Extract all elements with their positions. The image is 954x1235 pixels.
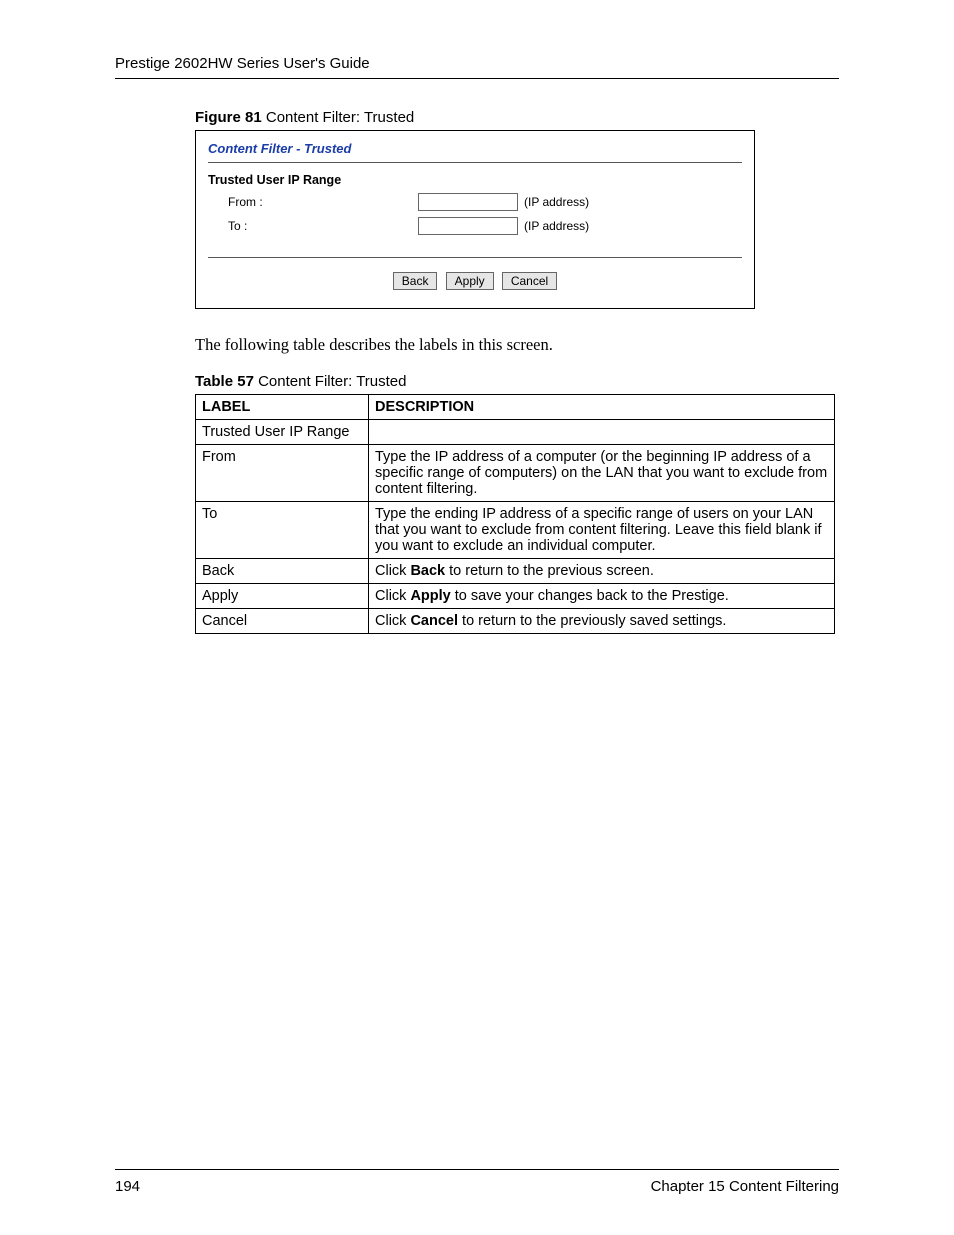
figure-number: Figure 81 [195,109,262,126]
screenshot-panel: Content Filter - Trusted Trusted User IP… [195,130,755,309]
to-hint: (IP address) [524,219,589,233]
table-caption: Table 57 Content Filter: Trusted [195,373,839,390]
table-number: Table 57 [195,373,254,390]
cell-label: Cancel [196,609,369,634]
table-row: Back Click Back to return to the previou… [196,559,835,584]
description-table: LABEL DESCRIPTION Trusted User IP Range … [195,394,835,634]
panel-title: Content Filter - Trusted [208,141,742,163]
from-label: From : [208,195,418,209]
page-footer: 194 Chapter 15 Content Filtering [115,1169,839,1195]
page-number: 194 [115,1178,140,1195]
cell-desc: Type the IP address of a computer (or th… [369,445,835,502]
header-title: Prestige 2602HW Series User's Guide [115,55,370,72]
table-row: Cancel Click Cancel to return to the pre… [196,609,835,634]
table-header-row: LABEL DESCRIPTION [196,395,835,420]
th-label: LABEL [196,395,369,420]
chapter-label: Chapter 15 Content Filtering [651,1178,839,1195]
cell-label: Apply [196,584,369,609]
back-button[interactable]: Back [393,272,438,290]
cell-label: Back [196,559,369,584]
th-description: DESCRIPTION [369,395,835,420]
table-title: Content Filter: Trusted [254,373,407,390]
to-label: To : [208,219,418,233]
to-row: To : (IP address) [208,217,742,235]
button-row: Back Apply Cancel [208,272,742,290]
cell-desc: Type the ending IP address of a specific… [369,502,835,559]
apply-button[interactable]: Apply [446,272,494,290]
from-row: From : (IP address) [208,193,742,211]
cell-desc [369,420,835,445]
table-row: From Type the IP address of a computer (… [196,445,835,502]
panel-divider [208,257,742,258]
cell-desc: Click Back to return to the previous scr… [369,559,835,584]
body-paragraph: The following table describes the labels… [195,335,839,355]
from-hint: (IP address) [524,195,589,209]
cell-label: From [196,445,369,502]
figure-caption: Figure 81 Content Filter: Trusted [195,109,839,126]
page-header: Prestige 2602HW Series User's Guide [115,55,839,79]
cell-desc: Click Apply to save your changes back to… [369,584,835,609]
table-row: Apply Click Apply to save your changes b… [196,584,835,609]
cell-label: Trusted User IP Range [196,420,369,445]
section-heading: Trusted User IP Range [208,173,742,187]
figure-title: Content Filter: Trusted [262,109,415,126]
table-row: Trusted User IP Range [196,420,835,445]
from-input[interactable] [418,193,518,211]
cell-label: To [196,502,369,559]
cancel-button[interactable]: Cancel [502,272,557,290]
cell-desc: Click Cancel to return to the previously… [369,609,835,634]
to-input[interactable] [418,217,518,235]
table-row: To Type the ending IP address of a speci… [196,502,835,559]
